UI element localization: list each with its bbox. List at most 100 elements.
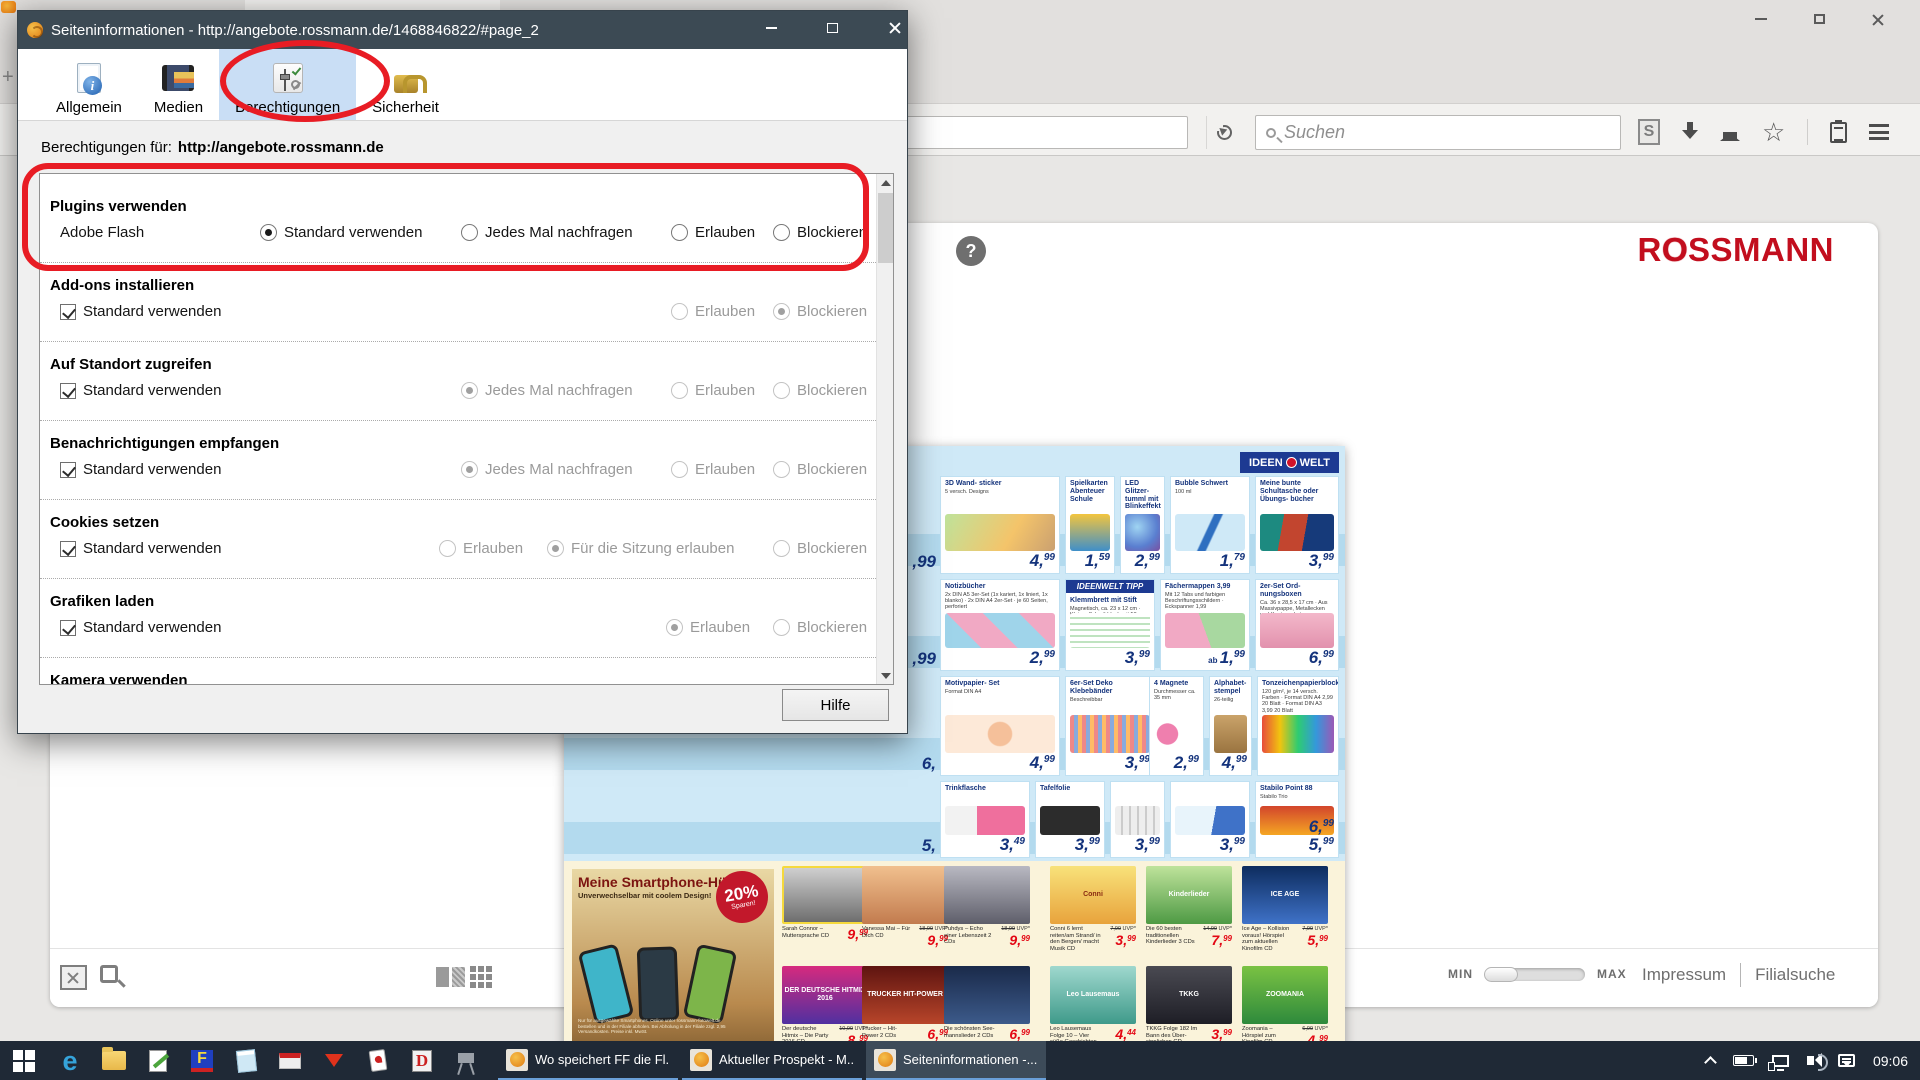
media-tile: DER DEUTSCHE HITMIX 2016Der deutsche Hit… [782, 966, 868, 1050]
radio-label: Für die Sitzung erlauben [571, 540, 734, 557]
tab-berechtigungen[interactable]: Berechtigungen [219, 49, 356, 120]
taskbar-app-notepad-pencil[interactable] [136, 1041, 180, 1080]
home-icon[interactable] [1720, 123, 1740, 141]
menu-hamburger-icon[interactable] [1869, 124, 1889, 140]
cd-cover-image [862, 866, 948, 924]
zoom-min-label: MIN [1448, 967, 1473, 981]
cd-cover-image: Leo Lausemaus [1050, 966, 1136, 1024]
radio-option[interactable]: Jedes Mal nachfragen [461, 224, 633, 241]
taskbar-clock[interactable]: 09:06 [1873, 1053, 1908, 1069]
notifications-icon[interactable] [1838, 1054, 1855, 1067]
fullscreen-icon[interactable] [60, 965, 87, 990]
dialog-minimize-icon[interactable] [749, 11, 794, 45]
battery-icon[interactable] [1733, 1055, 1754, 1066]
zoom-icon[interactable] [100, 965, 118, 983]
media-film-icon [162, 65, 194, 91]
tab-medien[interactable]: Medien [138, 49, 219, 120]
standard-checkbox[interactable]: Standard verwenden [60, 619, 221, 636]
addon-s-icon[interactable]: S [1638, 119, 1660, 145]
rossmann-logo: ROSSMANN [1637, 231, 1834, 269]
checkbox-icon[interactable] [60, 462, 76, 478]
radio-icon[interactable] [461, 224, 478, 241]
reload-button[interactable] [1206, 116, 1242, 149]
scroll-up-icon[interactable] [877, 174, 894, 191]
flyer-product-tile: Alphabet- stempel26-teilig4,99 [1209, 676, 1252, 776]
bookmark-star-icon[interactable]: ☆ [1762, 122, 1785, 142]
checkbox-icon[interactable] [60, 304, 76, 320]
permission-section: Kamera verwenden [40, 658, 876, 684]
red-download-arrow-icon [325, 1054, 343, 1076]
taskbar-app-explorer[interactable] [92, 1041, 136, 1080]
help-button[interactable]: Hilfe [782, 689, 889, 721]
help-icon[interactable]: ? [956, 236, 986, 266]
standard-checkbox[interactable]: Standard verwenden [60, 382, 221, 399]
checkbox-icon[interactable] [60, 383, 76, 399]
radio-icon[interactable] [773, 224, 790, 241]
taskbar-app-edge[interactable]: e [48, 1041, 92, 1080]
taskbar-app-glass-notepad[interactable] [224, 1041, 268, 1080]
price-label: ,99 [912, 552, 936, 572]
radio-icon[interactable] [671, 224, 688, 241]
taskbar-app-printer[interactable] [268, 1041, 312, 1080]
tab-label: Sicherheit [372, 99, 439, 116]
spread-view-icon[interactable] [436, 967, 465, 987]
standard-checkbox[interactable]: Standard verwenden [60, 540, 221, 557]
scroll-down-icon[interactable] [877, 667, 894, 684]
taskbar-app-d-app[interactable]: D [400, 1041, 444, 1080]
radio-option[interactable]: Blockieren [773, 224, 867, 241]
checkbox-icon[interactable] [60, 541, 76, 557]
flyer-product-tile: 3,99 [1110, 781, 1165, 858]
standard-checkbox[interactable]: Standard verwenden [60, 303, 221, 320]
taskbar-window-button[interactable]: Aktueller Prospekt - M... [682, 1041, 862, 1080]
speaker-icon[interactable] [1807, 1056, 1814, 1065]
flyer-product-tile: Fächermappen 3,99Mit 12 Tabs und farbige… [1160, 579, 1250, 671]
checkbox-icon[interactable] [60, 620, 76, 636]
filialsuche-link[interactable]: Filialsuche [1755, 965, 1835, 985]
maximize-icon[interactable] [1804, 8, 1834, 30]
close-icon[interactable] [1862, 8, 1892, 30]
search-input[interactable]: Suchen [1255, 115, 1621, 150]
cd-cover-image: TRUCKER HIT-POWER [862, 966, 948, 1024]
product-desc: Beschreibbar [1070, 697, 1150, 703]
media-price-block: 18,99 UVP*9,99 [1001, 926, 1030, 950]
price-label: ,99 [912, 649, 936, 669]
radio-icon[interactable] [260, 224, 277, 241]
browser-tab[interactable] [245, 0, 500, 10]
taskbar-app-camera-tripod[interactable] [444, 1041, 488, 1080]
minimize-icon[interactable] [1746, 8, 1776, 30]
cd-cover-image [944, 966, 1030, 1024]
grid-view-icon[interactable] [470, 966, 476, 972]
radio-icon [666, 619, 683, 636]
tray-chevron-icon[interactable] [1704, 1056, 1717, 1069]
media-tile: Sarah Connor – Muttersprache CD9,99 [782, 866, 868, 944]
impressum-link[interactable]: Impressum [1642, 965, 1726, 985]
radio-option[interactable]: Erlauben [671, 224, 755, 241]
new-tab-icon[interactable]: + [2, 66, 14, 89]
clipboard-icon[interactable] [1830, 122, 1847, 143]
dialog-close-icon[interactable] [872, 11, 917, 45]
radio-option[interactable]: Standard verwenden [260, 224, 422, 241]
flyer-product-tile: 3,99 [1170, 781, 1250, 858]
downloads-icon[interactable] [1682, 122, 1698, 142]
taskbar-app-red-download-arrow[interactable] [312, 1041, 356, 1080]
zoom-max-label: MAX [1597, 967, 1627, 981]
media-caption: Die 60 besten traditionellen Kinderliede… [1146, 926, 1232, 950]
taskbar-app-f-app[interactable]: F [180, 1041, 224, 1080]
zoom-slider[interactable] [1485, 968, 1585, 981]
start-button[interactable] [0, 1041, 48, 1080]
taskbar-app-cards-game[interactable] [356, 1041, 400, 1080]
tab-allgemein[interactable]: Allgemein [40, 49, 138, 120]
search-icon [1266, 128, 1276, 138]
zoom-slider-knob[interactable] [1484, 967, 1518, 982]
standard-checkbox[interactable]: Standard verwenden [60, 461, 221, 478]
price-label: 3,99 [1125, 753, 1150, 773]
scrollbar-thumb[interactable] [878, 193, 893, 263]
dialog-maximize-icon[interactable] [810, 11, 855, 45]
flyer-product-tile: Tonzeichenpapierblock120 g/m², je 14 ver… [1257, 676, 1339, 776]
taskbar-window-button[interactable]: Seiteninformationen -... [866, 1041, 1046, 1080]
url-bar[interactable] [900, 116, 1188, 149]
tab-sicherheit[interactable]: Sicherheit [356, 49, 455, 120]
scrollbar[interactable] [876, 174, 893, 684]
taskbar-window-button[interactable]: Wo speichert FF die Fl... [498, 1041, 678, 1080]
network-icon[interactable] [1772, 1055, 1789, 1067]
